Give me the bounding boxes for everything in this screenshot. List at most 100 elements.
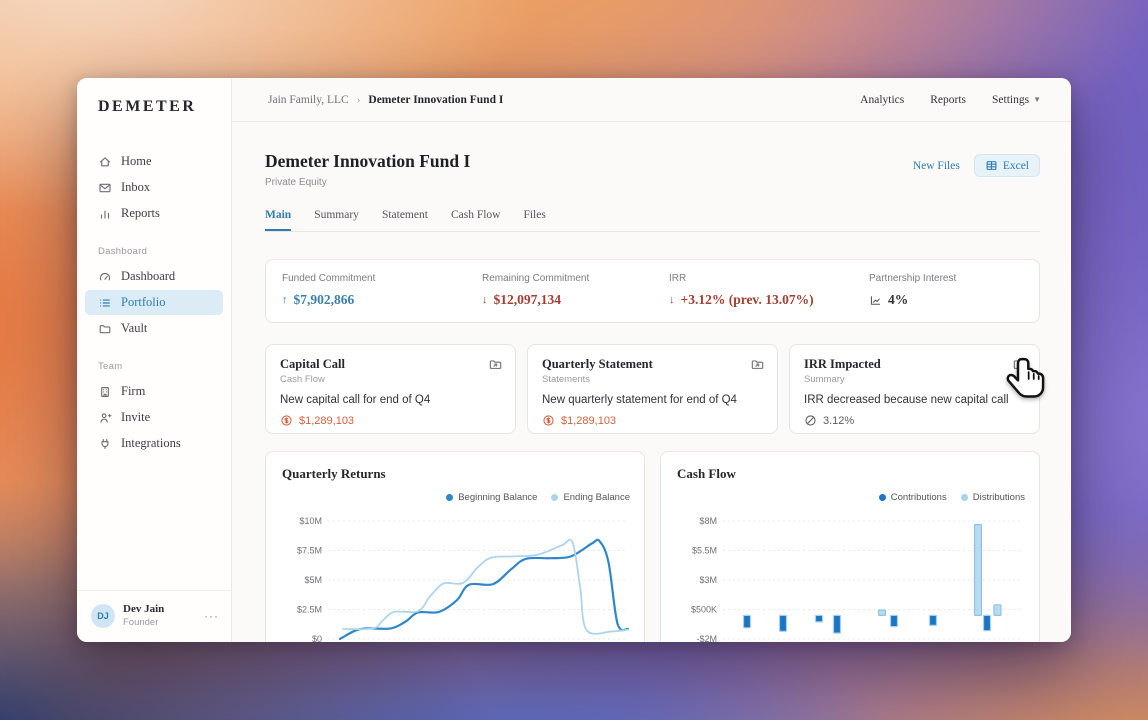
stat-remaining-commitment: Remaining Commitment ↓ $12,097,134 (482, 273, 669, 308)
breadcrumb-separator-icon: › (357, 94, 361, 106)
tab-files[interactable]: Files (523, 209, 545, 231)
folder-link-icon[interactable] (1012, 357, 1027, 372)
stats-summary-card: Funded Commitment ↑ $7,902,866 Remaining… (265, 259, 1040, 323)
app-window: DEMETER Home Inbox Reports Dashboard Dash… (77, 78, 1071, 642)
arrow-up-icon: ↑ (282, 294, 288, 306)
user-menu-icon[interactable]: ··· (204, 609, 219, 623)
chart-title: Cash Flow (677, 466, 736, 482)
chart-title: Quarterly Returns (282, 466, 386, 482)
svg-text:$5M: $5M (304, 575, 322, 585)
stat-irr: IRR ↓ +3.12% (prev. 13.07%) (669, 273, 869, 308)
sidebar-nav: Home Inbox Reports Dashboard Dashboard Po… (77, 148, 231, 590)
chart-card-quarterly-returns: Quarterly Returns Beginning Balance Endi… (265, 451, 645, 642)
top-nav: Analytics Reports Settings▼ (860, 94, 1041, 106)
invite-icon (98, 411, 112, 425)
chart-plot: $0 $2.5M $5M $7.5M $10M (282, 512, 630, 642)
svg-text:$3M: $3M (699, 575, 717, 585)
card-quarterly-statement[interactable]: Quarterly Statement Statements New quart… (527, 344, 778, 434)
avatar: DJ (91, 604, 115, 628)
svg-text:$2.5M: $2.5M (297, 605, 322, 615)
tab-summary[interactable]: Summary (314, 209, 359, 231)
top-nav-analytics[interactable]: Analytics (860, 94, 904, 106)
svg-text:$7.5M: $7.5M (297, 546, 322, 556)
reports-icon (98, 207, 112, 221)
tab-cash-flow[interactable]: Cash Flow (451, 209, 501, 231)
sidebar-item-home[interactable]: Home (85, 149, 223, 174)
user-role: Founder (123, 617, 164, 628)
main-area: Jain Family, LLC › Demeter Innovation Fu… (232, 78, 1071, 642)
chevron-down-icon: ▼ (1033, 95, 1041, 104)
card-capital-call[interactable]: Capital Call Cash Flow New capital call … (265, 344, 516, 434)
breadcrumb: Jain Family, LLC › Demeter Innovation Fu… (268, 94, 503, 106)
svg-text:-$2M: -$2M (696, 634, 717, 642)
sidebar-item-vault[interactable]: Vault (85, 316, 223, 341)
excel-grid-icon (985, 159, 998, 172)
home-icon (98, 155, 112, 169)
sidebar-section-header: Team (77, 361, 231, 378)
chart-legend: Contributions Distributions (879, 492, 1025, 503)
tab-main[interactable]: Main (265, 209, 291, 231)
svg-text:$5.5M: $5.5M (692, 546, 717, 556)
legend-beginning-balance[interactable]: Beginning Balance (446, 492, 537, 503)
sidebar-item-reports[interactable]: Reports (85, 201, 223, 226)
legend-dot-icon (446, 494, 453, 501)
dollar-circle-icon (542, 414, 555, 427)
svg-text:$8M: $8M (699, 516, 717, 526)
dashboard-icon (98, 270, 112, 284)
desktop: { "colors": { "accent": "#2e7cb0", "posi… (0, 0, 1148, 720)
chart-axis-icon (869, 294, 882, 307)
new-files-button[interactable]: New Files (913, 160, 960, 172)
user-card[interactable]: DJ Dev Jain Founder ··· (77, 590, 231, 642)
top-nav-settings[interactable]: Settings▼ (992, 94, 1041, 106)
card-irr-impacted[interactable]: IRR Impacted Summary IRR decreased becau… (789, 344, 1040, 434)
top-bar: Jain Family, LLC › Demeter Innovation Fu… (232, 78, 1071, 122)
sidebar-item-firm[interactable]: Firm (85, 379, 223, 404)
arrow-down-icon: ↓ (669, 294, 675, 306)
tab-statement[interactable]: Statement (382, 209, 428, 231)
sidebar-item-inbox[interactable]: Inbox (85, 175, 223, 200)
page-title: Demeter Innovation Fund I (265, 151, 470, 172)
arrow-down-icon: ↓ (482, 294, 488, 306)
top-nav-reports[interactable]: Reports (930, 94, 966, 106)
stat-partnership-interest: Partnership Interest 4% (869, 273, 1023, 308)
firm-icon (98, 385, 112, 399)
tab-bar: Main Summary Statement Cash Flow Files (265, 209, 1040, 232)
charts-row: Quarterly Returns Beginning Balance Endi… (265, 451, 1040, 642)
legend-dot-icon (879, 494, 886, 501)
legend-dot-icon (551, 494, 558, 501)
stat-funded-commitment: Funded Commitment ↑ $7,902,866 (282, 273, 482, 308)
chart-plot: -$2M $500K $3M $5.5M $8M (677, 512, 1025, 642)
slash-circle-icon (804, 414, 817, 427)
legend-contributions[interactable]: Contributions (879, 492, 947, 503)
dollar-circle-icon (280, 414, 293, 427)
excel-button[interactable]: Excel (974, 154, 1040, 177)
integrations-icon (98, 437, 112, 451)
folder-link-icon[interactable] (488, 357, 503, 372)
vault-icon (98, 322, 112, 336)
svg-text:$500K: $500K (691, 605, 717, 615)
chart-card-cash-flow: Cash Flow Contributions Distributions -$… (660, 451, 1040, 642)
chart-legend: Beginning Balance Ending Balance (446, 492, 630, 503)
breadcrumb-current: Demeter Innovation Fund I (368, 94, 503, 106)
inbox-icon (98, 181, 112, 195)
portfolio-icon (98, 296, 112, 310)
page-content: Demeter Innovation Fund I Private Equity… (232, 122, 1071, 642)
svg-text:$10M: $10M (299, 516, 322, 526)
legend-dot-icon (961, 494, 968, 501)
sidebar-item-dashboard[interactable]: Dashboard (85, 264, 223, 289)
sidebar-item-portfolio[interactable]: Portfolio (85, 290, 223, 315)
sidebar-item-invite[interactable]: Invite (85, 405, 223, 430)
legend-distributions[interactable]: Distributions (961, 492, 1025, 503)
legend-ending-balance[interactable]: Ending Balance (551, 492, 630, 503)
sidebar-item-integrations[interactable]: Integrations (85, 431, 223, 456)
sidebar-section-header: Dashboard (77, 246, 231, 263)
folder-link-icon[interactable] (750, 357, 765, 372)
svg-text:$0: $0 (312, 634, 322, 642)
user-name: Dev Jain (123, 603, 164, 615)
title-row: Demeter Innovation Fund I Private Equity… (265, 151, 1040, 188)
page-subtitle: Private Equity (265, 177, 470, 188)
notification-cards-row: Capital Call Cash Flow New capital call … (265, 344, 1040, 434)
sidebar: DEMETER Home Inbox Reports Dashboard Dash… (77, 78, 232, 642)
app-logo: DEMETER (77, 78, 231, 116)
breadcrumb-parent[interactable]: Jain Family, LLC (268, 94, 349, 106)
